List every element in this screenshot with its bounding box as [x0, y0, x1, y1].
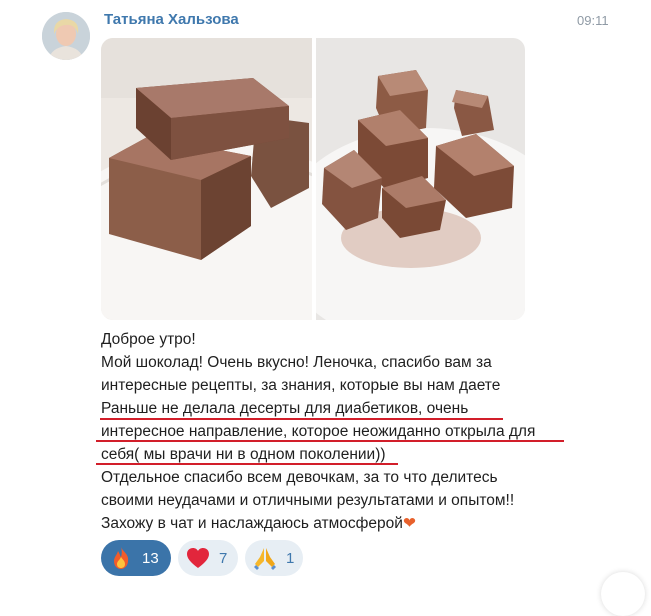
avatar[interactable]	[42, 12, 90, 60]
fire-icon	[106, 543, 136, 573]
message-text: Доброе утро! Мой шоколад! Очень вкусно! …	[101, 328, 581, 535]
reaction-count: 13	[142, 549, 159, 567]
author-name[interactable]: Татьяна Хальзова	[104, 11, 239, 28]
reaction-count: 1	[286, 549, 295, 567]
red-underline	[96, 463, 398, 465]
message-line-last: Захожу в чат и наслаждаюсь атмосферой❤	[101, 512, 581, 535]
photo-album[interactable]	[101, 38, 525, 320]
reaction-heart[interactable]: 7	[178, 540, 238, 576]
orange-heart-emoji: ❤	[402, 515, 416, 532]
message-line: Мой шоколад! Очень вкусно! Леночка, спас…	[101, 354, 492, 371]
message-line: своими неудачами и отличными результатам…	[101, 492, 515, 509]
message-time: 09:11	[577, 13, 609, 28]
message-line: Доброе утро!	[101, 331, 196, 348]
cocoa-truffles-photo[interactable]	[316, 38, 525, 320]
reaction-count: 7	[219, 549, 228, 567]
red-underline	[96, 440, 564, 442]
scroll-down-button[interactable]	[601, 572, 645, 616]
red-underline	[100, 418, 503, 420]
message-line: интересные рецепты, за знания, которые в…	[101, 377, 501, 394]
praying-hands-icon	[250, 543, 280, 573]
reaction-pray[interactable]: 1	[245, 540, 303, 576]
message-line: Раньше не делала десерты для диабетиков,…	[101, 400, 469, 417]
chocolate-bars-photo[interactable]	[101, 38, 312, 320]
heart-icon	[183, 543, 213, 573]
reaction-fire[interactable]: 13	[101, 540, 171, 576]
message-line: Захожу в чат и наслаждаюсь атмосферой	[101, 515, 403, 532]
message-line: Отдельное спасибо всем девочкам, за то ч…	[101, 469, 498, 486]
